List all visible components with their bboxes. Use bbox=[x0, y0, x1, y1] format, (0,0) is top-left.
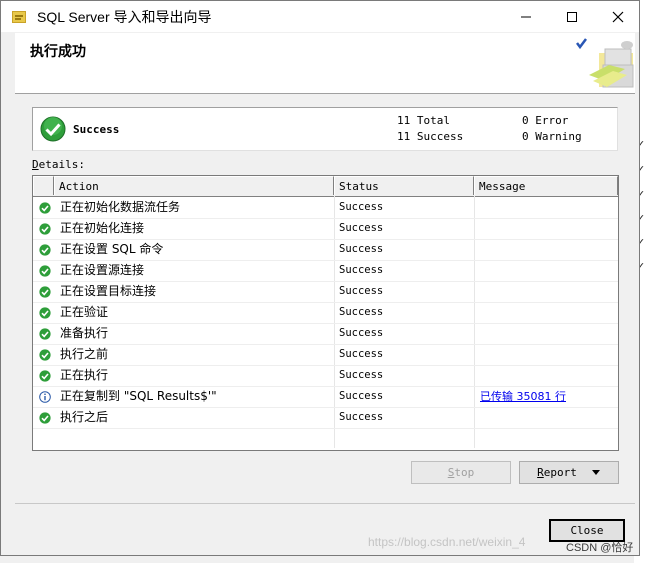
warning-count: 0 Warning bbox=[522, 130, 582, 143]
message-cell bbox=[480, 218, 615, 239]
table-row[interactable]: 正在执行 Success bbox=[33, 365, 618, 387]
error-count: 0 Error bbox=[522, 114, 569, 127]
action-cell: 执行之后 bbox=[60, 410, 109, 424]
report-button[interactable]: Report bbox=[519, 461, 619, 484]
status-cell: Success bbox=[339, 222, 384, 234]
message-cell bbox=[480, 239, 615, 260]
success-icon bbox=[39, 223, 51, 235]
action-cell: 正在设置目标连接 bbox=[60, 284, 157, 298]
status-cell: Success bbox=[339, 306, 384, 318]
message-cell bbox=[480, 365, 615, 386]
table-row[interactable]: 执行之后 Success bbox=[33, 407, 618, 429]
minimize-icon bbox=[521, 16, 531, 17]
action-cell: 正在验证 bbox=[60, 305, 109, 319]
action-cell: 准备执行 bbox=[60, 326, 109, 340]
info-icon bbox=[39, 391, 51, 403]
window-title: SQL Server 导入和导出向导 bbox=[37, 9, 212, 25]
table-row[interactable]: 正在初始化数据流任务 Success bbox=[33, 197, 618, 219]
status-cell: Success bbox=[339, 285, 384, 297]
table-row[interactable]: 正在设置源连接 Success bbox=[33, 260, 618, 282]
watermark-badge: CSDN @恰好 bbox=[566, 542, 634, 554]
message-link[interactable]: 已传输 35081 行 bbox=[480, 390, 566, 403]
table-row[interactable]: 正在设置目标连接 Success bbox=[33, 281, 618, 303]
details-grid[interactable]: Action Status Message 正在初始化数据流任务 Success 正… bbox=[32, 175, 619, 451]
table-row[interactable]: 执行之前 Success bbox=[33, 344, 618, 366]
message-cell bbox=[480, 260, 615, 281]
column-header-status[interactable]: Status bbox=[334, 176, 474, 195]
stop-button[interactable]: Stop bbox=[411, 461, 511, 484]
success-icon bbox=[39, 244, 51, 256]
message-cell bbox=[480, 407, 615, 428]
status-cell: Success bbox=[339, 348, 384, 360]
column-header-message[interactable]: Message bbox=[474, 176, 618, 195]
summary-status: Success bbox=[73, 123, 120, 136]
table-row[interactable]: 正在初始化连接 Success bbox=[33, 218, 618, 240]
title-bar[interactable]: SQL Server 导入和导出向导 bbox=[1, 1, 639, 32]
watermark-url: https://blog.csdn.net/weixin_4 bbox=[368, 535, 526, 549]
success-icon bbox=[39, 307, 51, 319]
close-window-button[interactable] bbox=[595, 1, 641, 32]
message-cell bbox=[480, 302, 615, 323]
summary-panel: Success 11 Total 11 Success 0 Error 0 Wa… bbox=[32, 107, 618, 151]
success-count: 11 Success bbox=[397, 130, 464, 143]
action-cell: 执行之前 bbox=[60, 347, 109, 361]
wizard-window: SQL Server 导入和导出向导 执行成功 Success 11 Total… bbox=[0, 0, 640, 556]
action-cell: 正在初始化连接 bbox=[60, 221, 145, 235]
table-row[interactable]: 正在验证 Success bbox=[33, 302, 618, 324]
action-cell: 正在初始化数据流任务 bbox=[60, 200, 181, 214]
status-cell: Success bbox=[339, 201, 384, 213]
action-cell: 正在设置源连接 bbox=[60, 263, 145, 277]
action-cell: 正在复制到 "SQL Results$'" bbox=[60, 389, 217, 403]
message-cell bbox=[480, 197, 615, 218]
minimize-button[interactable] bbox=[503, 1, 549, 32]
total-count: 11 Total bbox=[397, 114, 450, 127]
wizard-header: 执行成功 bbox=[15, 33, 635, 94]
page-title: 执行成功 bbox=[30, 44, 86, 60]
message-cell[interactable]: 已传输 35081 行 bbox=[480, 386, 615, 407]
maximize-button[interactable] bbox=[549, 1, 595, 32]
message-cell bbox=[480, 323, 615, 344]
message-cell bbox=[480, 344, 615, 365]
table-row[interactable]: 正在设置 SQL 命令 Success bbox=[33, 239, 618, 261]
status-cell: Success bbox=[339, 264, 384, 276]
table-row[interactable]: 正在复制到 "SQL Results$'" Success 已传输 35081 行 bbox=[33, 386, 618, 408]
dropdown-arrow-icon bbox=[591, 469, 600, 475]
status-cell: Success bbox=[339, 243, 384, 255]
success-icon bbox=[39, 349, 51, 361]
app-icon bbox=[12, 11, 26, 23]
close-icon bbox=[612, 11, 624, 22]
status-cell: Success bbox=[339, 327, 384, 339]
success-icon bbox=[39, 265, 51, 277]
status-cell: Success bbox=[339, 411, 384, 423]
success-icon bbox=[39, 202, 51, 214]
success-icon bbox=[39, 328, 51, 340]
action-cell: 正在设置 SQL 命令 bbox=[60, 242, 164, 256]
details-label: Details: bbox=[32, 158, 85, 171]
success-icon bbox=[39, 412, 51, 424]
wizard-graphic-icon bbox=[576, 38, 634, 88]
column-header-action[interactable]: Action bbox=[54, 176, 334, 195]
table-row[interactable]: 准备执行 Success bbox=[33, 323, 618, 345]
action-cell: 正在执行 bbox=[60, 368, 109, 382]
message-cell bbox=[480, 281, 615, 302]
success-icon bbox=[39, 286, 51, 298]
status-cell: Success bbox=[339, 369, 384, 381]
success-icon bbox=[40, 116, 66, 142]
footer-separator bbox=[15, 503, 635, 504]
status-cell: Success bbox=[339, 390, 384, 402]
grid-header: Action Status Message bbox=[33, 176, 618, 197]
row-header-corner bbox=[33, 176, 54, 195]
success-icon bbox=[39, 370, 51, 382]
maximize-icon bbox=[567, 11, 577, 22]
